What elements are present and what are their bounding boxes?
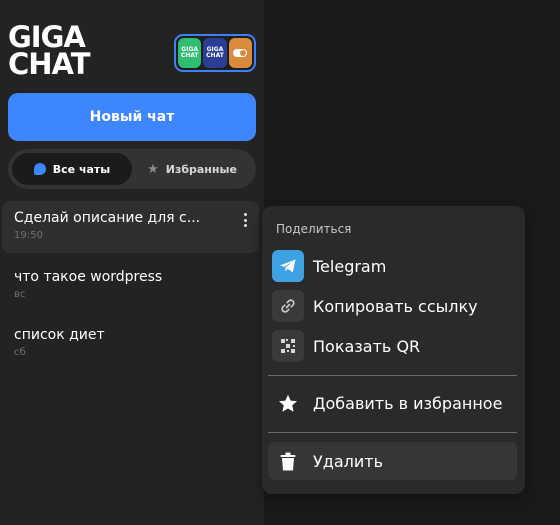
toggle-icon: [233, 49, 248, 57]
tab-all-chats[interactable]: Все чаты: [12, 153, 132, 185]
add-to-favorites-item[interactable]: Добавить в избранное: [268, 384, 517, 422]
chat-title: Сделай описание для с...: [14, 210, 201, 226]
tab-all-chats-label: Все чаты: [52, 162, 111, 176]
tab-favorites[interactable]: ★ Избранные: [132, 153, 252, 185]
copy-link-label: Копировать ссылку: [313, 296, 478, 316]
star-icon: ★: [147, 161, 159, 177]
mode-tile-green[interactable]: GIGA CHAT: [178, 38, 202, 68]
chat-title: список диет: [14, 327, 105, 343]
menu-divider: [268, 375, 517, 376]
chat-bubble-icon: [33, 163, 46, 175]
chat-context-menu: Поделиться Telegram Копировать ссылку По…: [262, 206, 525, 494]
chat-time: сб: [14, 347, 26, 358]
chat-title: что такое wordpress: [14, 269, 163, 285]
mode-tile-blue[interactable]: GIGA CHAT: [203, 38, 227, 68]
new-chat-button[interactable]: Новый чат: [8, 93, 256, 141]
copy-link-item[interactable]: Копировать ссылку: [268, 287, 517, 325]
mode-tile-green-text: GIGA CHAT: [180, 46, 199, 59]
logo-line-2: CHAT: [8, 47, 91, 81]
chat-time: 19:50: [14, 230, 43, 241]
add-to-favorites-label: Добавить в избранное: [313, 393, 503, 413]
link-icon: [272, 290, 304, 322]
mode-switch[interactable]: GIGA CHAT GIGA CHAT: [174, 34, 256, 72]
delete-chat-item[interactable]: Удалить: [268, 442, 517, 480]
mode-tile-blue-text: GIGA CHAT: [206, 46, 224, 59]
more-options-icon[interactable]: [243, 213, 247, 227]
chat-list-item[interactable]: список диет сб: [2, 318, 259, 370]
delete-chat-label: Удалить: [313, 451, 383, 471]
share-section-header: Поделиться: [276, 222, 352, 236]
show-qr-label: Показать QR: [313, 336, 421, 356]
telegram-icon: [272, 250, 304, 282]
chat-list-item[interactable]: Сделай описание для с... 19:50: [2, 201, 259, 253]
qr-code-icon: [272, 330, 304, 362]
gigachat-logo[interactable]: GIGA CHAT: [8, 23, 140, 81]
star-icon: [272, 387, 304, 419]
share-telegram-item[interactable]: Telegram: [268, 247, 517, 285]
tab-favorites-label: Избранные: [165, 162, 237, 176]
trash-icon: [272, 445, 304, 477]
menu-divider: [268, 432, 517, 433]
chat-list-item[interactable]: что такое wordpress вс: [2, 260, 259, 312]
show-qr-item[interactable]: Показать QR: [268, 327, 517, 365]
mode-tile-orange[interactable]: [228, 38, 252, 68]
share-telegram-label: Telegram: [313, 256, 387, 276]
sidebar: GIGA CHAT GIGA CHAT GIGA CHAT Новый чат …: [0, 0, 264, 525]
chat-time: вс: [14, 289, 26, 300]
chat-filter-tabs: Все чаты ★ Избранные: [8, 149, 256, 189]
